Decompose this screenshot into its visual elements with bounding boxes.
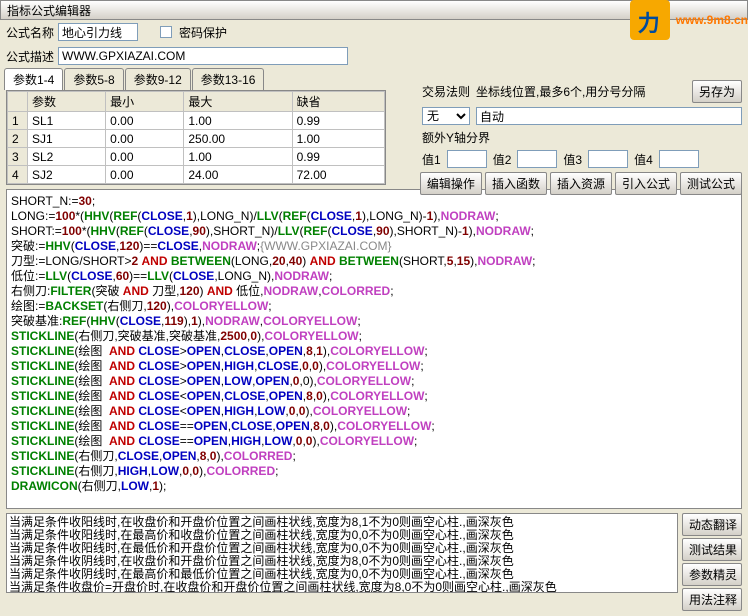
coord-input[interactable] xyxy=(476,107,742,125)
val1-input[interactable] xyxy=(447,150,487,168)
dynamic-translate-button[interactable]: 动态翻译 xyxy=(682,513,742,536)
val2-input[interactable] xyxy=(517,150,557,168)
edit-op-button[interactable]: 编辑操作 xyxy=(420,172,482,195)
description-panel: 当满足条件收阳线时,在收盘价和开盘价位置之间画柱状线,宽度为8,1不为0则画空心… xyxy=(6,513,678,593)
param-row[interactable]: 1SL10.001.000.99 xyxy=(8,112,385,130)
params-grid: 参数最小最大缺省 1SL10.001.000.992SJ10.00250.001… xyxy=(6,90,386,185)
trade-rule-label: 交易法则 xyxy=(422,83,470,100)
rule-select[interactable]: 无 xyxy=(422,107,470,125)
tab-params-13-16[interactable]: 参数13-16 xyxy=(192,68,265,90)
insert-fn-button[interactable]: 插入函数 xyxy=(485,172,547,195)
formula-desc-input[interactable] xyxy=(58,47,348,65)
tab-params-5-8[interactable]: 参数5-8 xyxy=(64,68,123,90)
extra-y-label: 额外Y轴分界 xyxy=(422,129,490,146)
formula-name-label: 公式名称 xyxy=(6,24,54,41)
test-button[interactable]: 测试公式 xyxy=(680,172,742,195)
tab-params-9-12[interactable]: 参数9-12 xyxy=(125,68,191,90)
formula-name-input[interactable] xyxy=(58,23,138,41)
formula-desc-label: 公式描述 xyxy=(6,48,54,65)
code-editor[interactable]: SHORT_N:=30;LONG:=100*(HHV(REF(CLOSE,1),… xyxy=(6,189,742,509)
usage-notes-button[interactable]: 用法注释 xyxy=(682,588,742,611)
param-row[interactable]: 3SL20.001.000.99 xyxy=(8,148,385,166)
val3-input[interactable] xyxy=(588,150,628,168)
val4-input[interactable] xyxy=(659,150,699,168)
password-checkbox[interactable] xyxy=(160,26,172,38)
save-as-button[interactable]: 另存为 xyxy=(692,80,742,103)
insert-res-button[interactable]: 插入资源 xyxy=(550,172,612,195)
param-row[interactable]: 2SJ10.00250.001.00 xyxy=(8,130,385,148)
window-title: 指标公式编辑器 xyxy=(7,2,91,19)
coord-hint: 坐标线位置,最多6个,用分号分隔 xyxy=(476,83,686,100)
param-wizard-button[interactable]: 参数精灵 xyxy=(682,563,742,586)
title-bar: 指标公式编辑器 xyxy=(0,0,748,20)
import-button[interactable]: 引入公式 xyxy=(615,172,677,195)
tab-params-1-4[interactable]: 参数1-4 xyxy=(4,68,63,90)
param-row[interactable]: 4SJ20.0024.0072.00 xyxy=(8,166,385,184)
test-result-button[interactable]: 测试结果 xyxy=(682,538,742,561)
password-label: 密码保护 xyxy=(179,24,227,41)
